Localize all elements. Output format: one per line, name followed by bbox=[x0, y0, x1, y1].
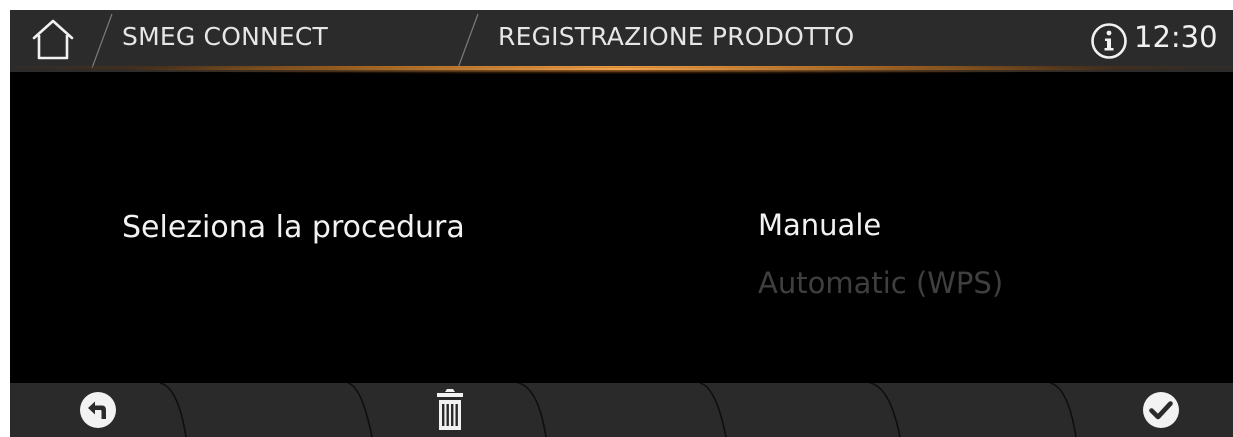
trash-icon bbox=[437, 389, 463, 430]
clock: 12:30 bbox=[1134, 20, 1218, 54]
header-separator bbox=[457, 13, 479, 69]
delete-button[interactable] bbox=[410, 383, 490, 437]
info-button[interactable] bbox=[1090, 22, 1128, 60]
back-button[interactable] bbox=[67, 383, 147, 437]
option-manual[interactable]: Manuale bbox=[758, 208, 881, 242]
option-wps[interactable]: Automatic (WPS) bbox=[758, 266, 1003, 300]
header-separator bbox=[91, 13, 113, 69]
footer-bar bbox=[10, 383, 1233, 437]
footer-separators bbox=[159, 383, 1077, 437]
home-icon bbox=[32, 19, 74, 60]
back-icon bbox=[80, 392, 116, 428]
procedure-prompt: Seleziona la procedura bbox=[122, 210, 465, 245]
check-icon bbox=[1143, 392, 1179, 428]
confirm-button[interactable] bbox=[1130, 383, 1210, 437]
page-title: REGISTRAZIONE PRODOTTO bbox=[498, 22, 855, 51]
header-bar: SMEG CONNECT REGISTRAZIONE PRODOTTO 12:3… bbox=[10, 10, 1233, 72]
header-accent-line bbox=[130, 68, 1110, 70]
info-icon bbox=[1091, 23, 1127, 59]
home-button[interactable] bbox=[28, 16, 78, 64]
breadcrumb-app: SMEG CONNECT bbox=[122, 22, 329, 51]
smeg-display: SMEG CONNECT REGISTRAZIONE PRODOTTO 12:3… bbox=[10, 10, 1233, 437]
